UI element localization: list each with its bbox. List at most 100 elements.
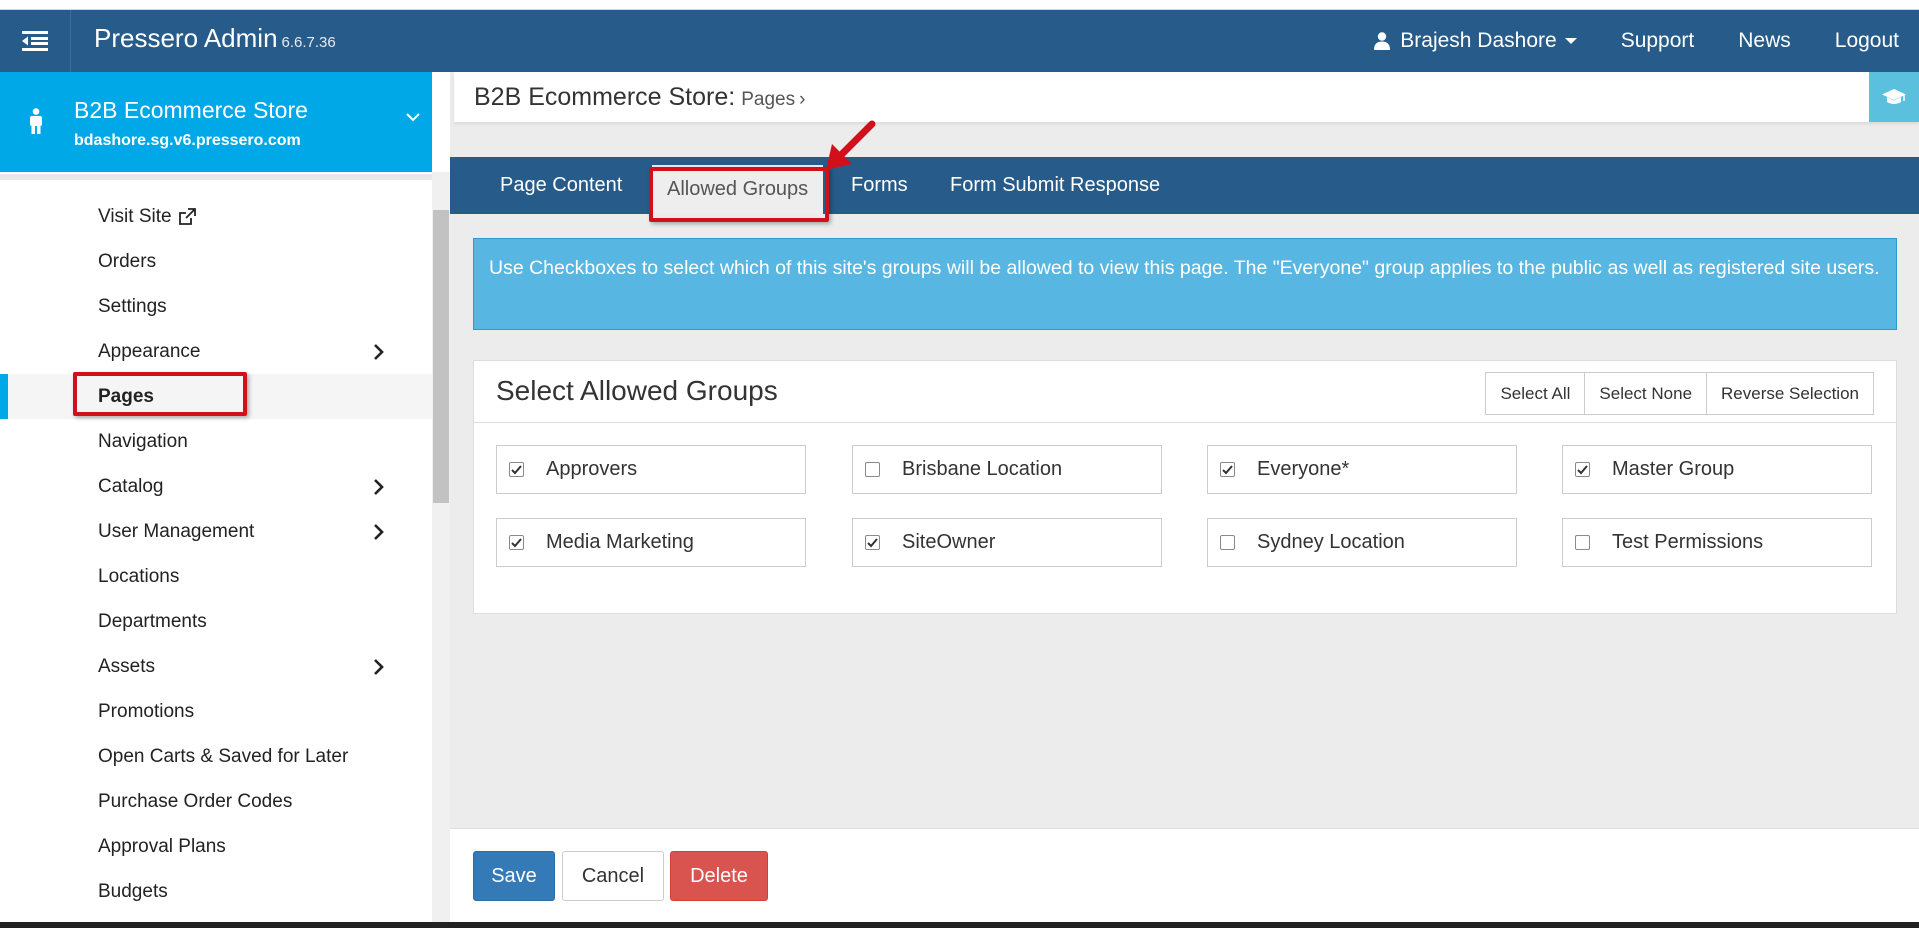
group-master-group[interactable]: Master Group [1562, 445, 1872, 494]
sidebar-item-label: Catalog [98, 475, 164, 497]
selection-button-group: Select All Select None Reverse Selection [1485, 372, 1874, 415]
group-siteowner[interactable]: SiteOwner [852, 518, 1162, 567]
group-checkbox[interactable] [509, 535, 524, 550]
sidebar-item-navigation[interactable]: Navigation [0, 419, 432, 464]
allowed-groups-highlight-box [649, 167, 829, 222]
sidebar-item-approval-plans[interactable]: Approval Plans [0, 824, 432, 869]
group-checkbox[interactable] [509, 462, 524, 477]
delete-button[interactable]: Delete [670, 851, 768, 901]
allowed-groups-panel: Select Allowed Groups Select All Select … [473, 360, 1897, 614]
sidebar-item-catalog[interactable]: Catalog [0, 464, 432, 509]
sidebar-item-assets[interactable]: Assets [0, 644, 432, 689]
chevron-right-icon [374, 344, 384, 360]
tab-form-submit-response[interactable]: Form Submit Response [950, 157, 1160, 214]
top-navbar: Pressero Admin 6.6.7.36 Brajesh Dashore S… [0, 10, 1919, 72]
user-name: Brajesh Dashore [1400, 29, 1557, 52]
sidebar-item-locations[interactable]: Locations [0, 554, 432, 599]
group-approvers[interactable]: Approvers [496, 445, 806, 494]
group-label: Media Marketing [546, 531, 694, 553]
sidebar-item-settings[interactable]: Settings [0, 284, 432, 329]
sidebar-item-promotions[interactable]: Promotions [0, 689, 432, 734]
save-button[interactable]: Save [473, 851, 555, 901]
app-title[interactable]: Pressero Admin 6.6.7.36 [94, 23, 336, 54]
sidebar-item-visit-site[interactable]: Visit Site [0, 194, 432, 239]
group-checkbox[interactable] [865, 462, 880, 477]
panel-header: Select Allowed Groups Select All Select … [474, 361, 1896, 423]
news-link[interactable]: News [1738, 29, 1791, 53]
help-button[interactable] [1869, 72, 1919, 122]
sidebar-item-label: Visit Site [98, 205, 172, 227]
panel-title: Select Allowed Groups [496, 375, 778, 406]
active-indicator [0, 374, 8, 419]
sidebar-item-label: User Management [98, 520, 255, 542]
group-checkbox[interactable] [1220, 462, 1235, 477]
group-label: Approvers [546, 458, 638, 480]
sidebar-item-label: Open Carts & Saved for Later [98, 745, 349, 767]
group-checkbox[interactable] [1575, 535, 1590, 550]
collapse-menu-icon [22, 31, 48, 51]
group-media-marketing[interactable]: Media Marketing [496, 518, 806, 567]
sidebar-item-budgets[interactable]: Budgets [0, 869, 432, 914]
select-all-button[interactable]: Select All [1485, 372, 1586, 415]
select-none-button[interactable]: Select None [1584, 372, 1708, 415]
tab-page-content[interactable]: Page Content [500, 157, 622, 214]
sidebar-scrollbar-thumb[interactable] [433, 210, 449, 503]
check-icon [867, 537, 878, 547]
breadcrumb-pages-link[interactable]: Pages [741, 89, 795, 110]
sidebar-item-departments[interactable]: Departments [0, 599, 432, 644]
sidebar-item-label: Appearance [98, 340, 201, 362]
user-menu[interactable]: Brajesh Dashore [1374, 29, 1577, 53]
sidebar-item-purchase-order-codes[interactable]: Purchase Order Codes [0, 779, 432, 824]
support-link[interactable]: Support [1621, 29, 1695, 53]
chevron-down-icon [406, 113, 420, 122]
sidebar-item-label: Promotions [98, 700, 195, 722]
store-url: bdashore.sg.v6.pressero.com [74, 132, 301, 149]
group-checkbox[interactable] [1575, 462, 1590, 477]
breadcrumb-separator: › [799, 89, 806, 110]
group-brisbane-location[interactable]: Brisbane Location [852, 445, 1162, 494]
nav-right: Brajesh Dashore Support News Logout [1374, 10, 1919, 72]
sidebar-item-open-carts[interactable]: Open Carts & Saved for Later [0, 734, 432, 779]
external-link-icon [178, 207, 196, 225]
sidebar-item-label: Navigation [98, 430, 188, 452]
sidebar-item-orders[interactable]: Orders [0, 239, 432, 284]
sidebar-item-label: Purchase Order Codes [98, 790, 293, 812]
group-label: Brisbane Location [902, 458, 1063, 480]
group-checkbox[interactable] [1220, 535, 1235, 550]
form-actions-bar: Save Cancel Delete [450, 828, 1919, 928]
group-everyone[interactable]: Everyone* [1207, 445, 1517, 494]
sidebar-item-appearance[interactable]: Appearance [0, 329, 432, 374]
person-icon [30, 108, 42, 134]
group-label: SiteOwner [902, 531, 996, 553]
sidebar-item-label: Departments [98, 610, 207, 632]
sidebar-item-user-management[interactable]: User Management [0, 509, 432, 554]
red-arrow-icon [826, 120, 876, 170]
check-icon [511, 537, 522, 547]
window-bottom-strip [0, 922, 1919, 928]
window-top-strip [0, 0, 1919, 10]
check-icon [1577, 464, 1588, 474]
chevron-right-icon [374, 659, 384, 675]
caret-down-icon [1564, 38, 1577, 44]
sidebar-item-label: Assets [98, 655, 156, 677]
sidebar: B2B Ecommerce Store bdashore.sg.v6.press… [0, 72, 450, 928]
user-icon [1374, 32, 1391, 50]
group-label: Sydney Location [1257, 531, 1405, 553]
group-label: Master Group [1612, 458, 1735, 480]
sidebar-item-label: Budgets [98, 880, 168, 902]
group-label: Test Permissions [1612, 531, 1764, 553]
breadcrumb-store: B2B Ecommerce Store: [474, 83, 736, 111]
reverse-selection-button[interactable]: Reverse Selection [1706, 372, 1874, 415]
sidebar-menu: Visit Site Orders Settings Appearance Pa… [0, 194, 432, 914]
cancel-button[interactable]: Cancel [562, 851, 664, 901]
menu-toggle-button[interactable] [0, 10, 71, 72]
group-test-permissions[interactable]: Test Permissions [1562, 518, 1872, 567]
store-name: B2B Ecommerce Store [74, 97, 308, 123]
group-sydney-location[interactable]: Sydney Location [1207, 518, 1517, 567]
store-selector[interactable]: B2B Ecommerce Store bdashore.sg.v6.press… [0, 72, 432, 172]
sidebar-item-label: Orders [98, 250, 157, 272]
store-header-divider [0, 174, 432, 180]
group-checkbox[interactable] [865, 535, 880, 550]
sidebar-item-label: Approval Plans [98, 835, 226, 857]
logout-link[interactable]: Logout [1835, 29, 1899, 53]
